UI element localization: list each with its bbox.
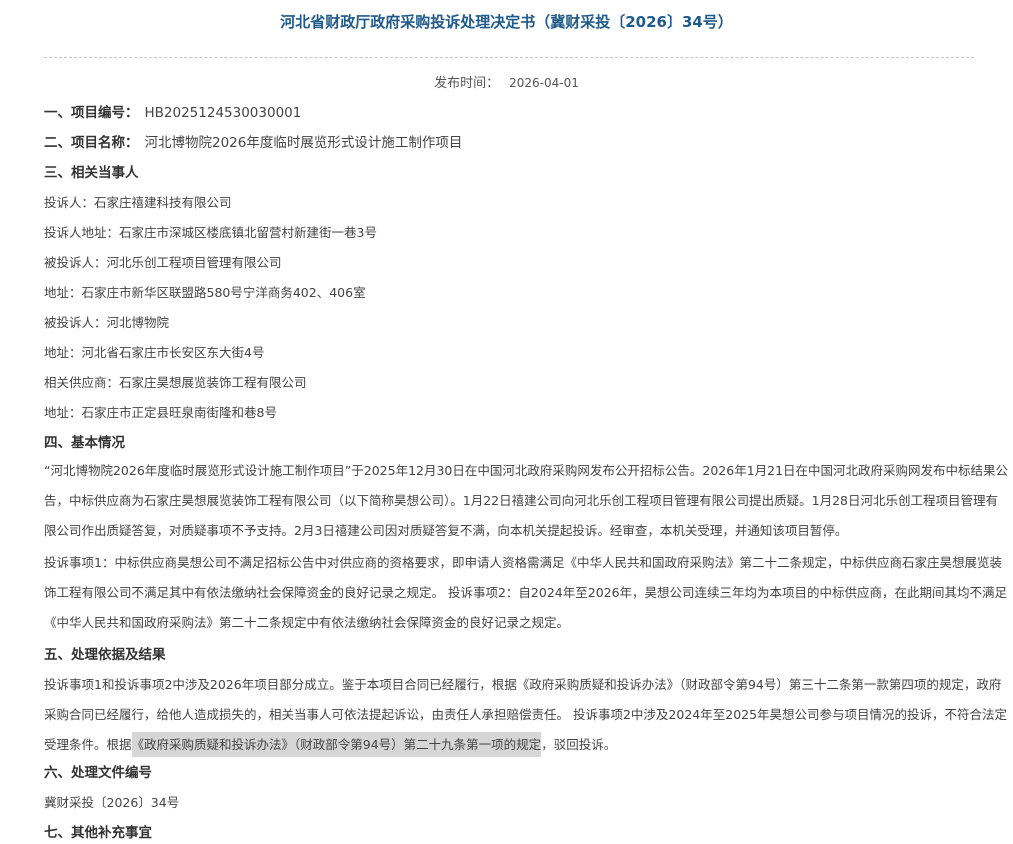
paragraph-line: 投诉事项1和投诉事项2中涉及2026年项目部分成立。鉴于本项目合同已经履行，根据…: [44, 677, 1002, 692]
selected-text-highlight[interactable]: 《政府采购质疑和投诉办法》（财政部令第94号）第二十九条第一项的规定: [131, 732, 542, 757]
project-name-value: 河北博物院2026年度临时展览形式设计施工制作项目: [144, 135, 463, 151]
section-handling-basis: 五、处理依据及结果: [44, 647, 166, 663]
section-heading: 一、项目编号：: [44, 105, 139, 121]
paragraph-line: 受理条件。根据《政府采购质疑和投诉办法》（财政部令第94号）第二十九条第一项的规…: [44, 730, 974, 760]
party-complainant: 投诉人：石家庄禧建科技有限公司: [44, 195, 232, 210]
project-number-value: HB2025124530030001: [144, 105, 302, 121]
title-divider: [44, 57, 974, 58]
paragraph-line: 饰工程有限公司不满足其中有依法缴纳社会保障资金的良好记录之规定。 投诉事项2：自…: [44, 585, 1008, 600]
text-segment: ，驳回投诉。: [541, 737, 617, 752]
paragraph-line: 采购合同已经履行，给他人造成损失的，相关当事人可依法提起诉讼，由责任人承担赔偿责…: [44, 707, 1008, 722]
party-related-supplier-address: 地址：石家庄市正定县旺泉南街隆和巷8号: [44, 405, 277, 420]
paragraph-line: 限公司作出质疑答复，对质疑事项不予支持。2月3日禧建公司因对质疑答复不满，向本机…: [44, 523, 848, 538]
text-segment: 受理条件。根据: [44, 737, 132, 752]
section-basic-situation: 四、基本情况: [44, 435, 125, 451]
party-respondent-museum-address: 地址：河北省石家庄市长安区东大街4号: [44, 345, 265, 360]
paragraph-line: 投诉事项1：中标供应商昊想公司不满足招标公告中对供应商的资格要求，即申请人资格需…: [44, 555, 1002, 570]
publish-time-label: 发布时间：: [434, 76, 500, 91]
party-related-supplier: 相关供应商：石家庄昊想展览装饰工程有限公司: [44, 375, 307, 390]
paragraph-line: 告，中标供应商为石家庄昊想展览装饰工程有限公司（以下简称昊想公司）。1月22日禧…: [44, 493, 998, 508]
decision-document: 河北省财政厅政府采购投诉处理决定书（冀财采投〔2026〕34号） 发布时间： 20…: [0, 0, 1013, 841]
section-related-parties: 三、相关当事人: [44, 165, 139, 181]
basic-situation-paragraph: “河北博物院2026年度临时展览形式设计施工制作项目”于2025年12月30日在…: [44, 456, 1009, 546]
party-respondent-agency: 被投诉人：河北乐创工程项目管理有限公司: [44, 255, 282, 270]
complaint-items-paragraph: 投诉事项1：中标供应商昊想公司不满足招标公告中对供应商的资格要求，即申请人资格需…: [44, 548, 1008, 638]
paragraph-line: “河北博物院2026年度临时展览形式设计施工制作项目”于2025年12月30日在…: [44, 463, 1009, 478]
section-heading: 二、项目名称：: [44, 135, 139, 151]
handling-result-paragraph: 投诉事项1和投诉事项2中涉及2026年项目部分成立。鉴于本项目合同已经履行，根据…: [44, 670, 1008, 760]
page-title: 河北省财政厅政府采购投诉处理决定书（冀财采投〔2026〕34号）: [280, 13, 733, 31]
section-document-number: 六、处理文件编号: [44, 765, 152, 781]
publish-time-value: 2026-04-01: [509, 76, 579, 90]
party-respondent-museum: 被投诉人：河北博物院: [44, 315, 170, 330]
party-respondent-agency-address: 地址：石家庄市新华区联盟路580号宁洋商务402、406室: [44, 285, 366, 300]
section-project-number: 一、项目编号： HB2025124530030001: [44, 102, 301, 124]
party-complainant-address: 投诉人地址：石家庄市深城区楼底镇北留营村新建街一巷3号: [44, 225, 377, 240]
section-project-name: 二、项目名称： 河北博物院2026年度临时展览形式设计施工制作项目: [44, 132, 462, 154]
paragraph-line: 《中华人民共和国政府采购法》第二十二条规定中有依法缴纳社会保障资金的良好记录之规…: [44, 615, 570, 630]
document-number-value: 冀财采投〔2026〕34号: [44, 795, 180, 810]
publish-time: 发布时间： 2026-04-01: [0, 72, 1013, 95]
